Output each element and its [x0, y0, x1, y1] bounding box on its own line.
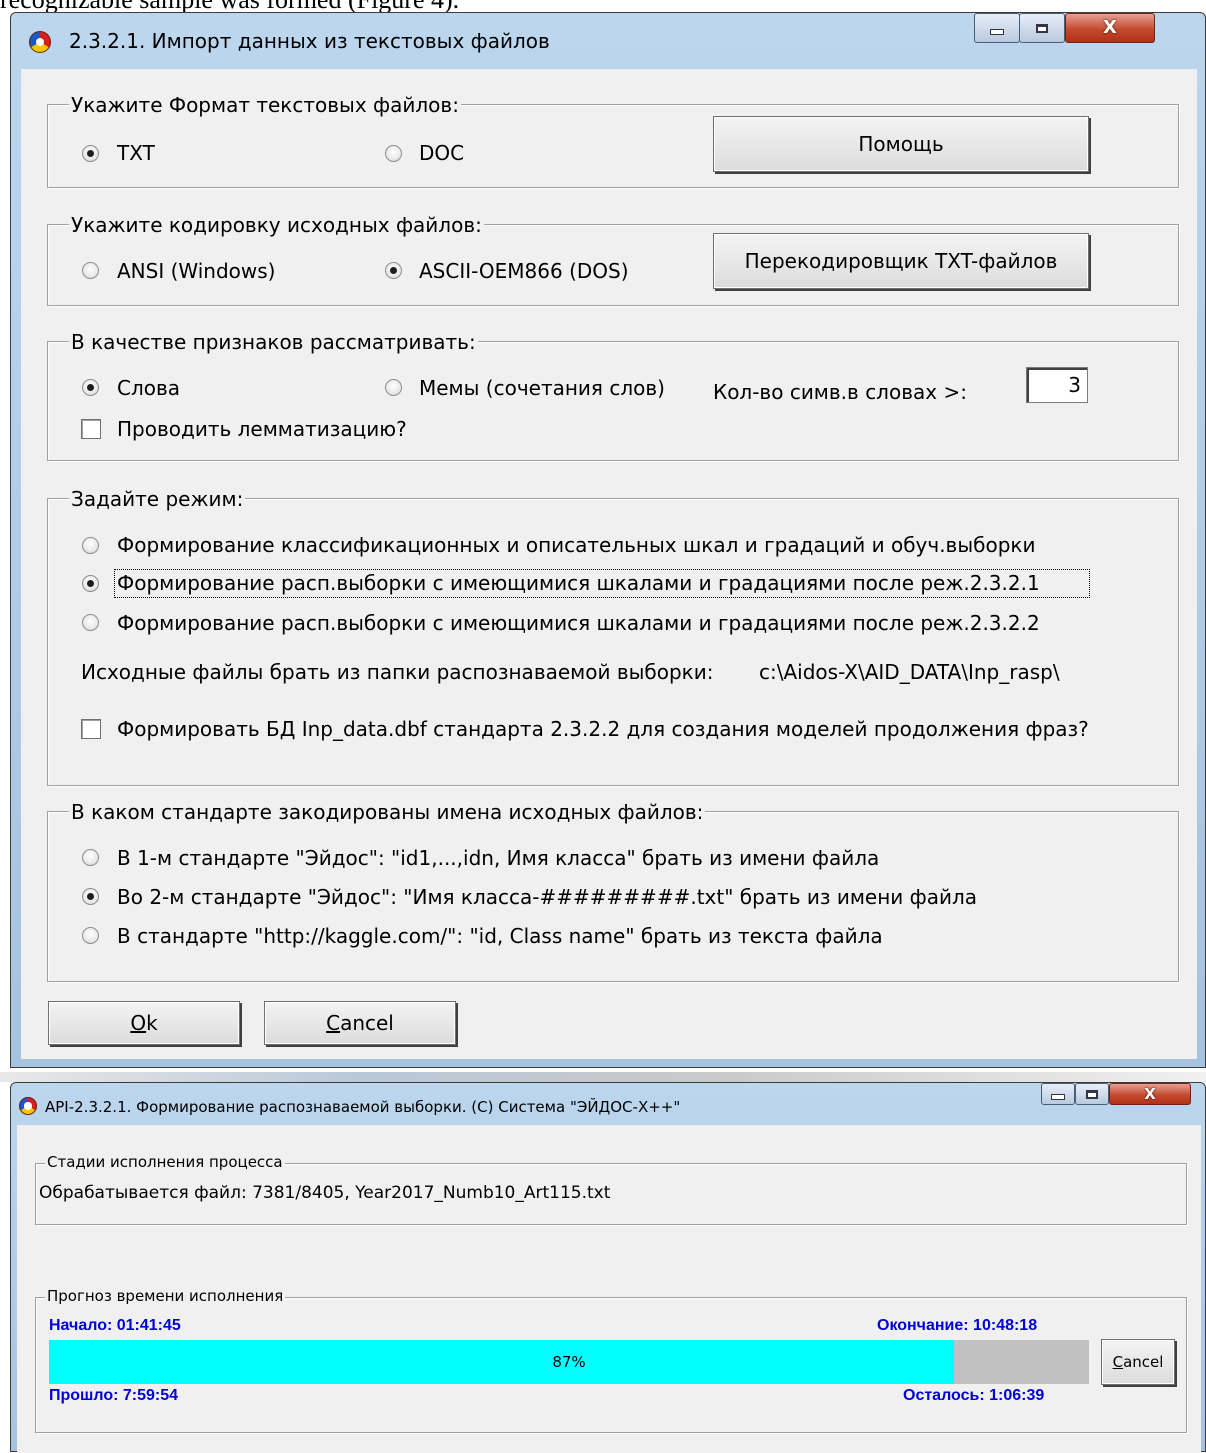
progress-dialog-window: API-2.3.2.1. Формирование распознаваемой…: [10, 1082, 1206, 1453]
progress-bar: 87%: [49, 1340, 1089, 1384]
features-group: [47, 341, 1179, 461]
features-memes-label[interactable]: Мемы (сочетания слов): [419, 376, 665, 400]
mode-group-legend: Задайте режим:: [69, 487, 246, 511]
naming-standard-1-radio[interactable]: [82, 849, 99, 866]
background-strip: [0, 1072, 1206, 1082]
progress-dialog-client: Стадии исполнения процесса Обрабатываетс…: [17, 1125, 1201, 1453]
progress-cancel-label: ancel: [1123, 1353, 1164, 1371]
lemmatize-checkbox[interactable]: [81, 419, 101, 439]
encoding-ansi-label[interactable]: ANSI (Windows): [117, 259, 275, 283]
min-chars-input[interactable]: 3: [1026, 367, 1088, 403]
naming-standard-2-radio[interactable]: [82, 888, 99, 905]
progress-percent: 87%: [552, 1353, 586, 1371]
progress-cancel-mnemonic: C: [1112, 1353, 1124, 1371]
stages-group-legend: Стадии исполнения процесса: [45, 1153, 285, 1171]
status-text: Обрабатывается файл: 7381/8405, Year2017…: [39, 1183, 611, 1203]
encoding-ansi-radio[interactable]: [82, 262, 99, 279]
format-group-legend: Укажите Формат текстовых файлов:: [69, 93, 461, 117]
naming-kaggle-label[interactable]: В стандарте "http://kaggle.com/": "id, C…: [117, 924, 883, 948]
maximize-icon: [1086, 1089, 1098, 1099]
source-folder-path: c:\Aidos-X\AID_DATA\Inp_rasp\: [759, 660, 1060, 684]
close-icon: X: [1103, 17, 1117, 38]
txt-recoder-button[interactable]: Перекодировщик TXT-файлов: [713, 233, 1089, 289]
encoding-ascii-radio[interactable]: [385, 262, 402, 279]
features-words-label[interactable]: Слова: [117, 376, 180, 400]
mode-option-1-label[interactable]: Формирование классификационных и описате…: [117, 533, 1035, 557]
format-doc-label[interactable]: DOC: [419, 141, 464, 165]
import-dialog-window: 2.3.2.1. Импорт данных из текстовых файл…: [10, 12, 1206, 1068]
end-time: Окончание: 10:48:18: [877, 1317, 1038, 1334]
progress-dialog-titlebar[interactable]: API-2.3.2.1. Формирование распознаваемой…: [11, 1083, 1205, 1125]
features-words-radio[interactable]: [82, 379, 99, 396]
inp-data-checkbox[interactable]: [81, 719, 101, 739]
lemmatize-label[interactable]: Проводить лемматизацию?: [117, 417, 407, 441]
naming-group-legend: В каком стандарте закодированы имена исх…: [69, 800, 706, 824]
naming-standard-1-label[interactable]: В 1-м стандарте "Эйдос": "id1,...,idn, И…: [117, 846, 879, 870]
mode-option-1-radio[interactable]: [82, 537, 99, 554]
window-title: 2.3.2.1. Импорт данных из текстовых файл…: [69, 29, 550, 53]
ok-button-mnemonic: O: [130, 1011, 147, 1035]
cancel-button[interactable]: Cancel: [264, 1001, 456, 1045]
elapsed-time: Прошло: 7:59:54: [49, 1387, 179, 1404]
cancel-button-mnemonic: C: [326, 1011, 341, 1035]
close-button[interactable]: X: [1065, 13, 1155, 43]
progress-cancel-button[interactable]: Cancel: [1101, 1339, 1175, 1385]
encoding-group-legend: Укажите кодировку исходных файлов:: [69, 213, 484, 237]
maximize-button[interactable]: [1019, 13, 1065, 43]
features-group-legend: В качестве признаков рассматривать:: [69, 330, 478, 354]
maximize-icon: [1036, 23, 1048, 33]
start-time: Начало: 01:41:45: [49, 1317, 181, 1334]
format-txt-radio[interactable]: [82, 145, 99, 162]
mode-option-3-radio[interactable]: [82, 614, 99, 631]
progress-window-title: API-2.3.2.1. Формирование распознаваемой…: [45, 1098, 681, 1116]
app-logo-icon: [19, 1097, 37, 1115]
naming-standard-2-label[interactable]: Во 2-м стандарте "Эйдос": "Имя класса-##…: [117, 885, 977, 909]
minimize-icon: [990, 29, 1004, 35]
help-button[interactable]: Помощь: [713, 116, 1089, 172]
naming-kaggle-radio[interactable]: [82, 927, 99, 944]
ok-button[interactable]: Ok: [48, 1001, 240, 1045]
source-folder-label: Исходные файлы брать из папки распознава…: [81, 660, 714, 684]
forecast-group-legend: Прогноз времени исполнения: [45, 1287, 286, 1305]
inp-data-label[interactable]: Формировать БД Inp_data.dbf стандарта 2.…: [117, 717, 1089, 741]
app-logo-icon: [29, 31, 51, 53]
minimize-button[interactable]: [974, 13, 1020, 43]
format-doc-radio[interactable]: [385, 145, 402, 162]
close-button[interactable]: X: [1109, 1083, 1191, 1105]
minimize-icon: [1051, 1094, 1065, 1100]
cancel-button-label: ancel: [340, 1011, 394, 1035]
import-dialog-titlebar[interactable]: 2.3.2.1. Импорт данных из текстовых файл…: [11, 13, 1205, 69]
mode-option-3-label[interactable]: Формирование расп.выборки с имеющимися ш…: [117, 611, 1040, 635]
mode-option-2-label[interactable]: Формирование расп.выборки с имеющимися ш…: [117, 571, 1040, 595]
features-memes-radio[interactable]: [385, 379, 402, 396]
min-chars-label: Кол-во симв.в словах >:: [713, 380, 967, 404]
close-icon: X: [1144, 1085, 1156, 1103]
minimize-button[interactable]: [1041, 1083, 1075, 1105]
format-txt-label[interactable]: TXT: [117, 141, 155, 165]
mode-option-2-radio[interactable]: [82, 575, 99, 592]
encoding-ascii-label[interactable]: ASCII-OEM866 (DOS): [419, 259, 629, 283]
ok-button-label: k: [146, 1011, 158, 1035]
import-dialog-client: Укажите Формат текстовых файлов: TXT DOC…: [21, 69, 1197, 1059]
maximize-button[interactable]: [1075, 1083, 1109, 1105]
remaining-time: Осталось: 1:06:39: [903, 1387, 1045, 1404]
